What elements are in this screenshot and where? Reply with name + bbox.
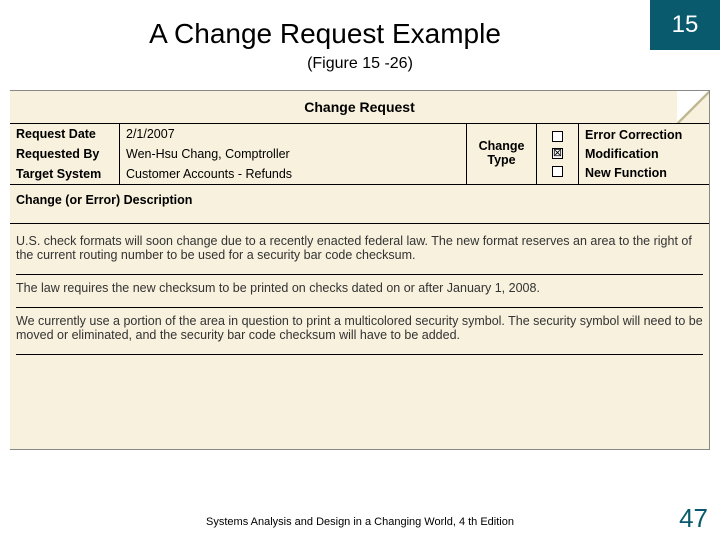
request-date-value: 2/1/2007 — [120, 124, 466, 144]
description-para-2: The law requires the new checksum to be … — [16, 275, 703, 301]
checkbox-modification: ⊠ — [552, 148, 563, 159]
description-heading: Change (or Error) Description — [10, 185, 709, 224]
option-modification: Modification — [585, 147, 703, 161]
change-type-label-line1: Change — [479, 139, 525, 153]
figure-reference: (Figure 15 -26) — [0, 55, 720, 73]
requested-by-label: Requested By — [10, 144, 119, 164]
description-body: U.S. check formats will soon change due … — [10, 224, 709, 355]
form-header-row: Request Date Requested By Target System … — [10, 124, 709, 185]
change-type-option-labels: Error Correction Modification New Functi… — [579, 124, 709, 184]
option-new-function: New Function — [585, 166, 703, 180]
change-request-form: Change Request Request Date Requested By… — [10, 90, 710, 450]
change-type-label: Change Type — [467, 124, 537, 184]
requested-by-value: Wen-Hsu Chang, Comptroller — [120, 144, 466, 164]
chapter-number: 15 — [672, 11, 699, 39]
form-title: Change Request — [10, 91, 709, 124]
slide-title: A Change Request Example — [0, 18, 650, 50]
title-line: A Change Request Example — [0, 18, 650, 50]
description-para-1: U.S. check formats will soon change due … — [16, 224, 703, 268]
page-number: 47 — [679, 503, 708, 534]
change-type-checkboxes: ⊠ — [537, 124, 579, 184]
change-type-label-line2: Type — [487, 153, 515, 167]
field-labels-column: Request Date Requested By Target System — [10, 124, 120, 184]
checkbox-new-function — [552, 166, 563, 177]
chapter-badge: 15 — [650, 0, 720, 50]
rule-line — [16, 354, 703, 355]
dog-ear-corner — [677, 91, 709, 123]
request-date-label: Request Date — [10, 124, 119, 144]
option-error-correction: Error Correction — [585, 128, 703, 142]
footer-citation: Systems Analysis and Design in a Changin… — [0, 516, 720, 528]
slide: 15 A Change Request Example (Figure 15 -… — [0, 0, 720, 540]
checkbox-error-correction — [552, 131, 563, 142]
field-values-column: 2/1/2007 Wen-Hsu Chang, Comptroller Cust… — [120, 124, 467, 184]
description-para-3: We currently use a portion of the area i… — [16, 308, 703, 348]
target-system-label: Target System — [10, 164, 119, 184]
target-system-value: Customer Accounts - Refunds — [120, 164, 466, 184]
